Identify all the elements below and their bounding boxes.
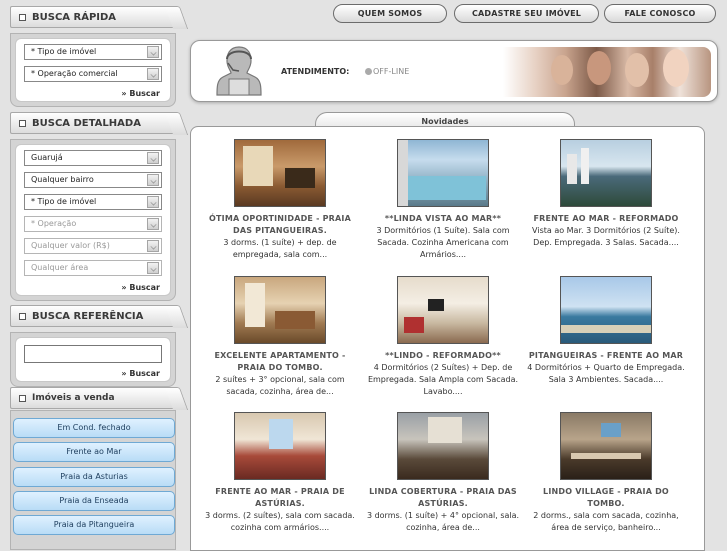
imoveis-venda-header: Imóveis a venda [10,387,176,409]
imoveis-venda-title: Imóveis a venda [32,393,115,403]
busca-referencia-header: BUSCA REFERÊNCIA [10,305,176,327]
listing-photo[interactable] [234,139,326,207]
listing-desc: 3 Dormitórios (1 Suíte). Sala com Sacada… [376,226,510,259]
listing-card[interactable]: FRENTE AO MAR - PRAIA DE ASTÚRIAS. 3 dor… [200,412,360,534]
listing-desc: 2 dorms., sala com sacada, cozinha, área… [533,511,679,532]
busca-detalhada-box: Guarujá Qualquer bairro * Tipo de imóvel… [10,139,176,301]
listing-title[interactable]: FRENTE AO MAR - REFORMADO [526,213,686,225]
listing-card[interactable]: **LINDA VISTA AO MAR** 3 Dormitórios (1 … [363,139,523,261]
listing-title[interactable]: **LINDO - REFORMADO** [363,350,523,362]
area-value: Qualquer área [31,263,89,272]
square-bullet-icon [19,13,26,21]
fale-conosco-button[interactable]: FALE CONOSCO [604,4,716,23]
listing-card[interactable]: PITANGUEIRAS - FRENTE AO MAR 4 Dormitóri… [526,276,686,386]
operacao-value: * Operação [31,219,77,228]
dropdown-arrow-icon[interactable] [147,174,159,186]
square-bullet-icon [19,119,26,127]
link-praia-pitangueira[interactable]: Praia da Pitangueira [13,515,175,535]
listing-desc: 4 Dormitórios (2 Suítes) + Dep. de Empre… [367,363,519,396]
dropdown-arrow-icon[interactable] [147,68,159,80]
listing-card[interactable]: ÓTIMA OPORTINIDADE - PRAIA DAS PITANGUEI… [200,139,360,261]
busca-rapida-title: BUSCA RÁPIDA [32,11,117,23]
atendimento-label: ATENDIMENTO: [281,67,350,76]
cidade-select[interactable]: Guarujá [24,150,162,166]
listing-photo[interactable] [397,412,489,480]
link-frente-ao-mar[interactable]: Frente ao Mar [13,442,175,462]
square-bullet-icon [19,394,26,402]
dropdown-arrow-icon[interactable] [147,262,159,274]
listing-desc: 4 Dormitórios + Quarto de Empregada. Sal… [527,363,685,384]
busca-detalhada-header: BUSCA DETALHADA [10,112,176,134]
atendimento-status: OFF-LINE [365,67,409,76]
dropdown-arrow-icon[interactable] [147,196,159,208]
operacao-comercial-select[interactable]: * Operação comercial [24,66,162,82]
busca-referencia-box: » Buscar [10,332,176,387]
listing-title[interactable]: EXCELENTE APARTAMENTO - PRAIA DO TOMBO. [200,350,360,374]
listing-photo[interactable] [397,139,489,207]
cadastre-imovel-button[interactable]: CADASTRE SEU IMÓVEL [454,4,599,23]
listing-title[interactable]: **LINDA VISTA AO MAR** [363,213,523,225]
listing-title[interactable]: LINDA COBERTURA - PRAIA DAS ASTÚRIAS. [363,486,523,510]
listing-card[interactable]: EXCELENTE APARTAMENTO - PRAIA DO TOMBO. … [200,276,360,398]
area-select[interactable]: Qualquer área [24,260,162,276]
referencia-input[interactable] [24,345,162,363]
dropdown-arrow-icon[interactable] [147,240,159,252]
cidade-value: Guarujá [31,153,63,162]
busca-rapida-header: BUSCA RÁPIDA [10,6,176,28]
tipo-imovel-detalhada-select[interactable]: * Tipo de imóvel [24,194,162,210]
attendants-photo [503,47,711,97]
operacao-comercial-value: * Operação comercial [31,69,118,78]
link-cond-fechado[interactable]: Em Cond. fechado [13,418,175,438]
listing-desc: 3 dorms. (1 suíte) + dep. de empregada, … [223,238,337,259]
sidebar: BUSCA RÁPIDA * Tipo de imóvel * Operação… [0,0,182,550]
valor-select[interactable]: Qualquer valor (R$) [24,238,162,254]
busca-rapida-buscar-link[interactable]: » Buscar [24,88,162,101]
busca-referencia-buscar-link[interactable]: » Buscar [24,368,162,381]
busca-detalhada-title: BUSCA DETALHADA [32,117,141,129]
busca-detalhada-form: Guarujá Qualquer bairro * Tipo de imóvel… [15,144,171,296]
listing-photo[interactable] [560,276,652,344]
tipo-imovel-value: * Tipo de imóvel [31,47,97,56]
link-praia-asturias[interactable]: Praia da Asturias [13,467,175,487]
operacao-select[interactable]: * Operação [24,216,162,232]
busca-referencia-form: » Buscar [15,337,171,382]
tipo-imovel-select[interactable]: * Tipo de imóvel [24,44,162,60]
square-bullet-icon [19,312,26,320]
dropdown-arrow-icon[interactable] [147,152,159,164]
listing-photo[interactable] [397,276,489,344]
busca-rapida-box: * Tipo de imóvel * Operação comercial » … [10,33,176,107]
atendimento-banner: ATENDIMENTO: OFF-LINE [190,40,718,102]
support-agent-icon [216,46,262,96]
listing-photo[interactable] [560,412,652,480]
dropdown-arrow-icon[interactable] [147,218,159,230]
bairro-value: Qualquer bairro [31,175,94,184]
listing-photo[interactable] [234,412,326,480]
busca-detalhada-buscar-link[interactable]: » Buscar [24,282,162,295]
listing-title[interactable]: LINDO VILLAGE - PRAIA DO TOMBO. [526,486,686,510]
valor-value: Qualquer valor (R$) [31,241,110,250]
listing-card[interactable]: LINDA COBERTURA - PRAIA DAS ASTÚRIAS. 3 … [363,412,523,534]
tipo-imovel-detalhada-value: * Tipo de imóvel [31,197,97,206]
listing-desc: 3 dorms. (2 suítes), sala com sacada. co… [205,511,355,532]
quem-somos-button[interactable]: QUEM SOMOS [333,4,447,23]
listing-desc: 2 suítes + 3° opcional, sala com sacada,… [215,375,345,396]
busca-rapida-form: * Tipo de imóvel * Operação comercial » … [15,38,171,102]
listing-photo[interactable] [234,276,326,344]
listing-card[interactable]: LINDO VILLAGE - PRAIA DO TOMBO. 2 dorms.… [526,412,686,534]
listing-title[interactable]: PITANGUEIRAS - FRENTE AO MAR [526,350,686,362]
listing-desc: Vista ao Mar. 3 Dormitórios (2 Suíte). D… [532,226,680,247]
bairro-select[interactable]: Qualquer bairro [24,172,162,188]
listing-title[interactable]: ÓTIMA OPORTINIDADE - PRAIA DAS PITANGUEI… [200,213,360,237]
listing-title[interactable]: FRENTE AO MAR - PRAIA DE ASTÚRIAS. [200,486,360,510]
link-praia-enseada[interactable]: Praia da Enseada [13,491,175,511]
listing-card[interactable]: **LINDO - REFORMADO** 4 Dormitórios (2 S… [363,276,523,398]
busca-referencia-title: BUSCA REFERÊNCIA [32,310,144,322]
dropdown-arrow-icon[interactable] [147,46,159,58]
listing-desc: 3 dorms. (1 suíte) + 4° opcional, sala. … [366,511,520,532]
listing-photo[interactable] [560,139,652,207]
listing-card[interactable]: FRENTE AO MAR - REFORMADO Vista ao Mar. … [526,139,686,249]
